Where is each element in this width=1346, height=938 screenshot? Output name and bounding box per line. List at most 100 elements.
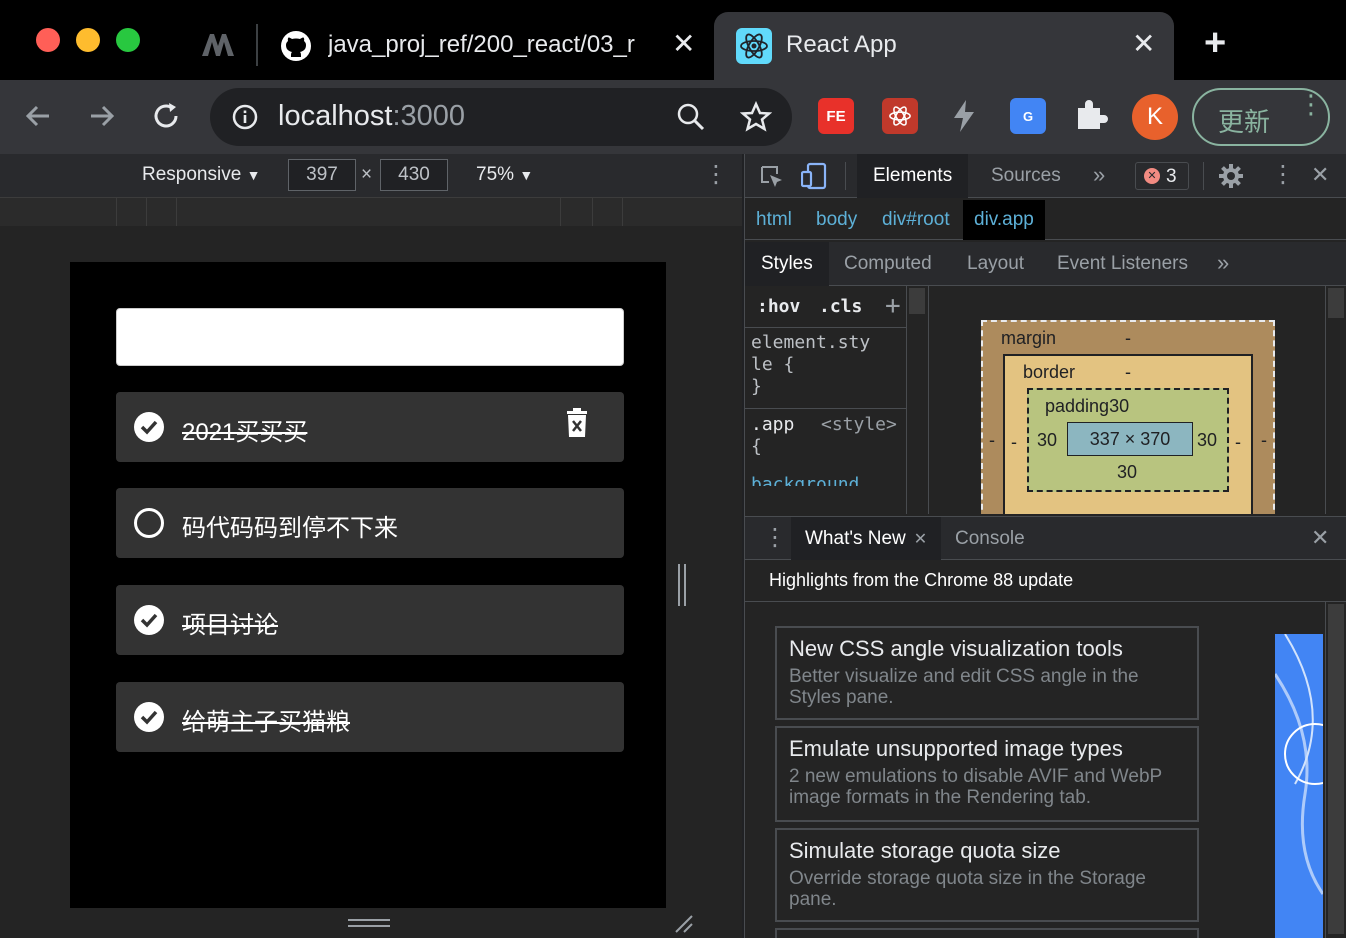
tab-console[interactable]: Console	[941, 517, 1039, 561]
styles-filter-bar: :hov .cls +	[745, 286, 906, 328]
rule-text: le {	[751, 354, 795, 375]
address-bar[interactable]: localhost:3000	[210, 88, 792, 146]
breadcrumb-body[interactable]: body	[805, 200, 868, 240]
new-todo-input[interactable]	[116, 308, 624, 366]
feature-card[interactable]: Simulate storage quota size Override sto…	[775, 828, 1199, 922]
card-description: Override storage quota size in the Stora…	[789, 868, 1146, 910]
tab-title: java_proj_ref/200_react/03_r	[328, 31, 635, 58]
inspect-element-icon[interactable]	[759, 164, 785, 196]
card-title: Emulate unsupported image types	[789, 736, 1123, 761]
cls-toggle[interactable]: .cls	[819, 296, 862, 317]
todo-item[interactable]: 码代码码到停不下来	[116, 488, 624, 558]
whats-new-heading: Highlights from the Chrome 88 update	[745, 560, 1346, 602]
media-query-ruler	[0, 198, 742, 226]
breadcrumb-html[interactable]: html	[745, 200, 803, 240]
tab-sources[interactable]: Sources	[975, 154, 1077, 198]
app-style-rule[interactable]: .app <style> { background	[751, 414, 906, 486]
todo-text: 给萌主子买猫粮	[182, 709, 350, 736]
tab-strip: java_proj_ref/200_react/03_r ✕ React App…	[0, 0, 1346, 80]
rule-selector: .app	[751, 414, 795, 435]
react-devtools-extension-icon[interactable]	[882, 98, 918, 134]
width-resize-handle[interactable]	[678, 564, 686, 606]
error-counter[interactable]: ✕ 3	[1135, 162, 1189, 190]
todo-item[interactable]: 给萌主子买猫粮	[116, 682, 624, 752]
back-arrow-icon[interactable]	[16, 94, 60, 138]
computed-scrollbar[interactable]	[1325, 286, 1346, 514]
unchecked-circle-icon[interactable]	[134, 508, 164, 538]
tab-close-icon[interactable]: ✕	[672, 30, 695, 58]
tab-react-app[interactable]: React App ✕	[714, 12, 1174, 80]
tab-layout[interactable]: Layout	[951, 242, 1040, 286]
maximize-window-button[interactable]	[116, 28, 140, 52]
pinned-tab-medium-icon[interactable]	[200, 32, 236, 58]
devtools-more-icon[interactable]: ⋮	[1271, 160, 1295, 189]
extensions-puzzle-icon[interactable]	[1074, 98, 1108, 137]
url-text: localhost:3000	[278, 100, 466, 132]
more-subtabs-chevron-icon[interactable]: »	[1217, 250, 1229, 276]
trash-icon[interactable]	[566, 408, 588, 445]
checked-circle-icon[interactable]	[134, 702, 164, 732]
todo-item[interactable]: 2021买买买	[116, 392, 624, 462]
tab-github[interactable]: java_proj_ref/200_react/03_r ✕	[262, 12, 710, 80]
corner-resize-handle[interactable]	[672, 912, 694, 938]
google-translate-extension-icon[interactable]: G	[1010, 98, 1046, 134]
breadcrumb-div-root[interactable]: div#root	[871, 200, 961, 240]
checked-circle-icon[interactable]	[134, 605, 164, 635]
device-height-input[interactable]: 430	[380, 159, 448, 191]
update-button[interactable]: 更新 ⋮	[1192, 88, 1330, 146]
card-description: Better visualize and edit CSS angle in t…	[789, 666, 1139, 708]
feature-card[interactable]: Emulate unsupported image types 2 new em…	[775, 726, 1199, 822]
browser-toolbar: localhost:3000 FE G K 更新 ⋮	[0, 80, 1346, 154]
zoom-select[interactable]: 75% ▼	[476, 164, 533, 186]
styles-pane: :hov .cls + element.sty le { } .app <styl…	[745, 286, 907, 514]
tab-elements[interactable]: Elements	[857, 154, 969, 198]
drawer-close-icon[interactable]: ✕	[1311, 525, 1329, 551]
breadcrumb-div-app[interactable]: div.app	[963, 200, 1045, 240]
rule-source-link[interactable]: <style>	[821, 414, 897, 436]
rule-property: background	[751, 474, 860, 486]
padding-box: padding30 30 337 × 370 30 30	[1027, 388, 1229, 492]
new-tab-plus-icon[interactable]: +	[1204, 24, 1226, 62]
reload-icon[interactable]	[144, 94, 188, 138]
hov-toggle[interactable]: :hov	[757, 296, 800, 317]
device-width-input[interactable]: 397	[288, 159, 356, 191]
margin-box: margin - border - padding30 30 337 × 370…	[981, 320, 1275, 514]
todo-item[interactable]: 项目讨论	[116, 585, 624, 655]
bookmark-star-icon[interactable]	[739, 100, 773, 138]
drawer-scrollbar[interactable]	[1325, 602, 1346, 938]
border-label: border	[1023, 362, 1076, 382]
lightning-extension-icon[interactable]	[950, 98, 978, 139]
device-toggle-icon[interactable]	[800, 162, 827, 196]
devtools-close-icon[interactable]: ✕	[1311, 162, 1329, 188]
drawer-more-icon[interactable]: ⋮	[763, 523, 787, 552]
add-rule-plus-icon[interactable]: +	[885, 291, 901, 321]
tab-computed[interactable]: Computed	[828, 242, 948, 286]
chrome-update-illustration	[1275, 634, 1323, 938]
tab-close-icon[interactable]: ✕	[914, 529, 927, 549]
close-window-button[interactable]	[36, 28, 60, 52]
tab-whats-new[interactable]: What's New ✕	[791, 517, 942, 561]
styles-scrollbar[interactable]	[907, 286, 929, 514]
element-style-rule[interactable]: element.sty le { }	[751, 332, 870, 398]
rule-text: element.sty	[751, 332, 871, 353]
profile-avatar[interactable]: K	[1132, 94, 1178, 140]
device-toolbar: Responsive ▼ 397 × 430 75% ▼ ⋮	[0, 154, 742, 198]
drawer-tabbar: ⋮ What's New ✕ Console ✕	[745, 516, 1346, 561]
height-resize-handle[interactable]	[348, 919, 390, 927]
device-more-icon[interactable]: ⋮	[704, 160, 728, 189]
react-icon	[736, 28, 772, 64]
more-tabs-chevron-icon[interactable]: »	[1093, 162, 1105, 188]
zoom-magnifier-icon[interactable]	[676, 102, 706, 137]
minimize-window-button[interactable]	[76, 28, 100, 52]
settings-gear-icon[interactable]	[1217, 162, 1245, 196]
checked-circle-icon[interactable]	[134, 412, 164, 442]
tab-styles[interactable]: Styles	[745, 242, 829, 286]
device-preset-select[interactable]: Responsive ▼	[142, 164, 260, 186]
content-box: 337 × 370	[1067, 422, 1193, 456]
site-info-icon[interactable]	[232, 104, 258, 130]
tab-event-listeners[interactable]: Event Listeners	[1041, 242, 1204, 286]
tab-close-icon[interactable]: ✕	[1132, 30, 1155, 58]
forward-arrow-icon[interactable]	[80, 94, 124, 138]
fe-helper-extension-icon[interactable]: FE	[818, 98, 854, 134]
feature-card[interactable]: New CSS angle visualization tools Better…	[775, 626, 1199, 720]
